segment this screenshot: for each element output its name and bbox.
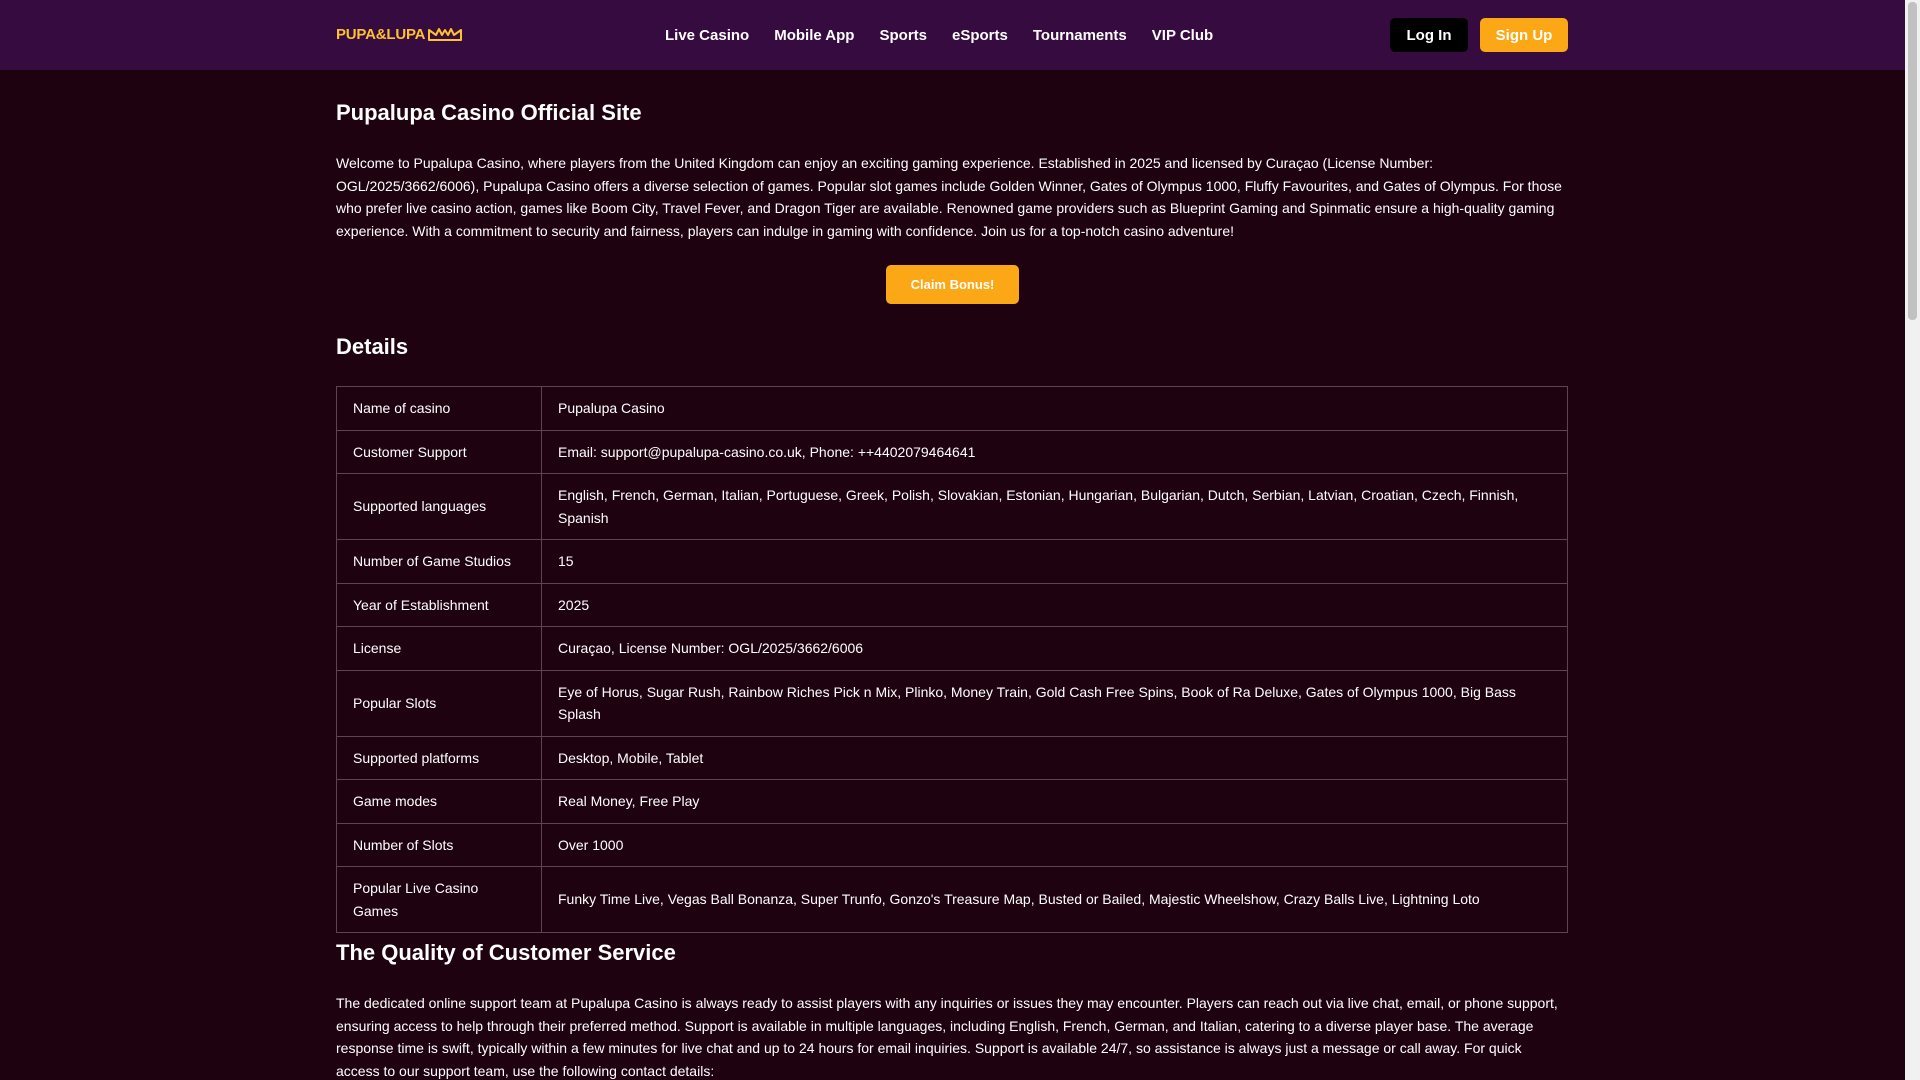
detail-key: Supported languages — [336, 473, 542, 540]
table-row: Popular Slots Eye of Horus, Sugar Rush, … — [336, 669, 1568, 737]
detail-value: Email: support@pupalupa-casino.co.uk, Ph… — [541, 429, 1568, 474]
nav-esports[interactable]: eSports — [952, 27, 1008, 44]
main-nav: Live Casino Mobile App Sports eSports To… — [665, 0, 1213, 70]
nav-sports[interactable]: Sports — [879, 27, 927, 44]
detail-value: Curaçao, License Number: OGL/2025/3662/6… — [541, 626, 1568, 671]
detail-key: Number of Slots — [336, 822, 542, 867]
table-row: Number of Game Studios 15 — [336, 539, 1568, 584]
claim-bonus-button[interactable]: Claim Bonus! — [886, 265, 1019, 304]
detail-key: Game modes — [336, 779, 542, 824]
detail-key: Popular Slots — [336, 669, 542, 737]
detail-key: Name of casino — [336, 386, 542, 431]
detail-value: 15 — [541, 539, 1568, 584]
service-heading: The Quality of Customer Service — [336, 940, 676, 965]
table-row: Number of Slots Over 1000 — [336, 822, 1568, 867]
detail-value: Funky Time Live, Vegas Ball Bonanza, Sup… — [541, 866, 1568, 933]
crown-icon — [428, 28, 463, 41]
detail-key: Number of Game Studios — [336, 539, 542, 584]
nav-vip-club[interactable]: VIP Club — [1152, 27, 1213, 44]
detail-value: Desktop, Mobile, Tablet — [541, 735, 1568, 780]
detail-key: License — [336, 626, 542, 671]
table-row: License Curaçao, License Number: OGL/202… — [336, 626, 1568, 671]
detail-value: 2025 — [541, 582, 1568, 627]
table-row: Customer Support Email: support@pupalupa… — [336, 429, 1568, 474]
details-table: Name of casino Pupalupa Casino Customer … — [336, 386, 1568, 933]
table-row: Supported languages English, French, Ger… — [336, 473, 1568, 540]
detail-key: Year of Establishment — [336, 582, 542, 627]
service-paragraph: The dedicated online support team at Pup… — [336, 995, 1558, 1079]
page-title: Pupalupa Casino Official Site — [336, 100, 642, 125]
intro-paragraph: Welcome to Pupalupa Casino, where player… — [336, 155, 1562, 239]
detail-value: Pupalupa Casino — [541, 386, 1568, 431]
signup-button[interactable]: Sign Up — [1480, 18, 1568, 52]
table-row: Supported platforms Desktop, Mobile, Tab… — [336, 735, 1568, 780]
table-row: Name of casino Pupalupa Casino — [336, 386, 1568, 431]
nav-live-casino[interactable]: Live Casino — [665, 27, 749, 44]
detail-key: Customer Support — [336, 429, 542, 474]
detail-key: Supported platforms — [336, 735, 542, 780]
detail-value: Over 1000 — [541, 822, 1568, 867]
table-row: Popular Live Casino Games Funky Time Liv… — [336, 866, 1568, 933]
detail-value: Real Money, Free Play — [541, 779, 1568, 824]
scrollbar-thumb[interactable] — [1908, 2, 1917, 320]
login-button[interactable]: Log In — [1390, 18, 1468, 52]
details-heading: Details — [336, 334, 409, 359]
detail-value: Eye of Horus, Sugar Rush, Rainbow Riches… — [541, 669, 1568, 737]
table-row: Game modes Real Money, Free Play — [336, 779, 1568, 824]
detail-key: Popular Live Casino Games — [336, 866, 542, 933]
logo-text: PUPA&LUPA — [336, 25, 426, 43]
detail-value: English, French, German, Italian, Portug… — [541, 473, 1568, 540]
site-header: PUPA&LUPA Live Casino Mobile App Sports … — [0, 0, 1905, 70]
nav-mobile-app[interactable]: Mobile App — [774, 27, 854, 44]
site-logo[interactable]: PUPA&LUPA — [336, 25, 463, 43]
nav-tournaments[interactable]: Tournaments — [1033, 27, 1127, 44]
table-row: Year of Establishment 2025 — [336, 582, 1568, 627]
